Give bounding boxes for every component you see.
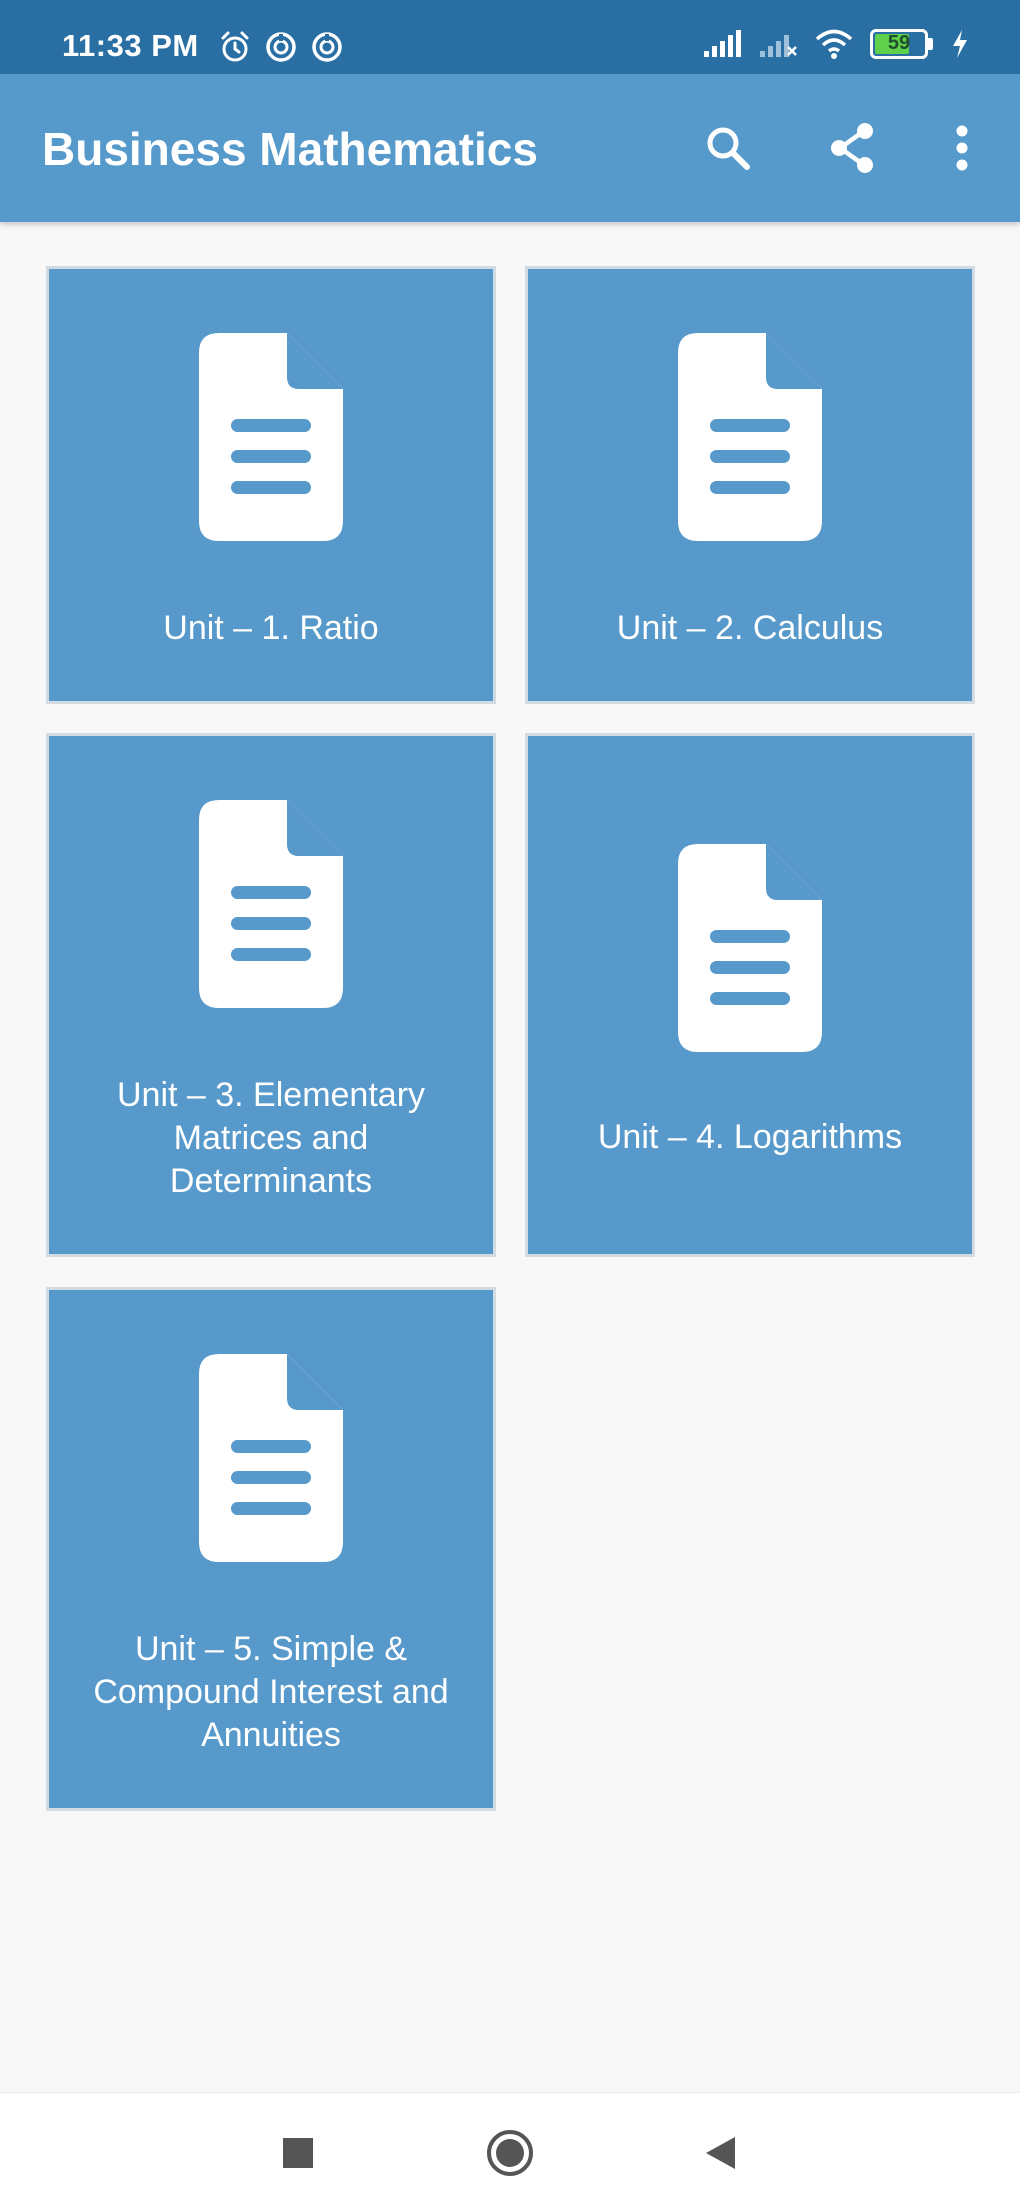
document-icon — [678, 333, 822, 541]
document-icon — [678, 844, 822, 1052]
navigation-bar — [0, 2092, 1020, 2211]
more-vert-icon — [956, 125, 968, 171]
wifi-icon — [815, 29, 853, 59]
notification-icon — [266, 32, 296, 62]
share-icon — [831, 123, 873, 173]
unit-card-label: Unit – 5. Simple & Compound Interest and… — [93, 1630, 449, 1754]
search-button[interactable] — [698, 118, 758, 178]
home-icon — [487, 2130, 533, 2176]
battery-icon: 59 — [870, 29, 934, 59]
page-title: Business Mathematics — [42, 123, 538, 175]
search-icon — [707, 127, 750, 170]
back-button[interactable] — [690, 2123, 750, 2183]
signal-icon — [704, 30, 741, 57]
unit-card-label: Unit – 4. Logarithms — [597, 1118, 903, 1156]
status-time: 11:33 PM — [62, 28, 199, 63]
alarm-icon — [221, 31, 249, 62]
status-right-icons: 59 — [702, 28, 970, 60]
status-left-icons — [218, 30, 344, 64]
unit-card-label: Unit – 3. Elementary Matrices and Determ… — [116, 1076, 426, 1200]
notification-icon — [312, 32, 342, 62]
back-icon — [706, 2137, 735, 2169]
document-icon — [199, 1354, 343, 1562]
unit-card-4[interactable]: Unit – 4. Logarithms — [525, 733, 975, 1257]
signal-off-icon — [760, 35, 797, 57]
document-icon — [199, 333, 343, 541]
more-options-button[interactable] — [932, 118, 992, 178]
home-button[interactable] — [480, 2123, 540, 2183]
recents-icon — [283, 2138, 313, 2168]
unit-card-2[interactable]: Unit – 2. Calculus — [525, 266, 975, 704]
unit-card-3[interactable]: Unit – 3. Elementary Matrices and Determ… — [46, 733, 496, 1257]
share-button[interactable] — [822, 118, 882, 178]
recents-button[interactable] — [268, 2123, 328, 2183]
app-bar: Business Mathematics — [0, 74, 1020, 222]
document-icon — [199, 800, 343, 1008]
unit-card-label: Unit – 2. Calculus — [616, 609, 884, 647]
status-bar: 11:33 PM 59 — [0, 0, 1020, 74]
unit-card-label: Unit – 1. Ratio — [163, 609, 379, 647]
unit-card-1[interactable]: Unit – 1. Ratio — [46, 266, 496, 704]
battery-level: 59 — [887, 32, 911, 54]
unit-card-5[interactable]: Unit – 5. Simple & Compound Interest and… — [46, 1287, 496, 1811]
charging-icon — [953, 30, 967, 58]
